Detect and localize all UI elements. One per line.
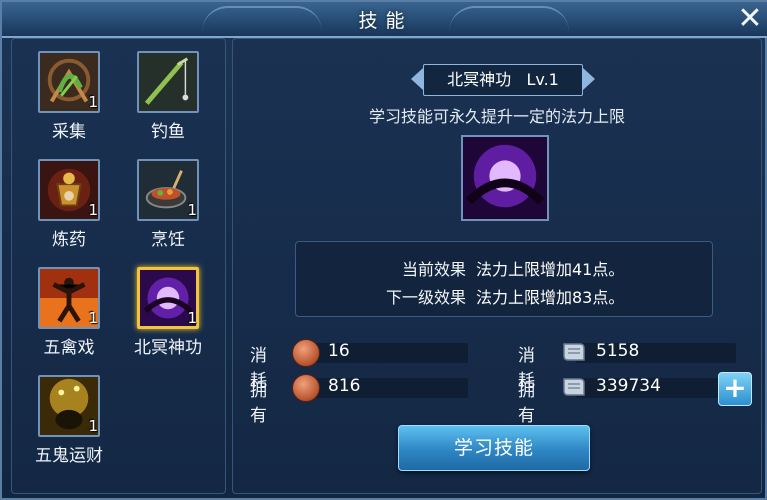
- skill-item-wuguiyuncai[interactable]: 1 五鬼运财: [24, 375, 114, 479]
- skill-level: 1: [88, 201, 98, 219]
- skill-item-beiming[interactable]: 1 北冥神功: [123, 267, 213, 371]
- skill-window: 技能 ✕ 1 采集 钓鱼 1 炼药 1 烹饪 1 五禽戏 1 北冥神功 1 五鬼…: [0, 0, 767, 500]
- purple-orb-icon: [461, 135, 549, 221]
- coin-icon: [292, 339, 320, 367]
- current-effect-value: 法力上限增加41点。: [476, 260, 625, 279]
- skill-level: 1: [187, 201, 197, 219]
- skill-level: 1: [88, 93, 98, 111]
- coin-own-value: 816: [328, 376, 361, 396]
- own-label: 拥有: [250, 381, 267, 426]
- skill-item-wuqinxi[interactable]: 1 五禽戏: [24, 267, 114, 371]
- close-icon[interactable]: ✕: [735, 4, 765, 34]
- window-title: 技能: [358, 10, 413, 32]
- skill-name: 炼药: [52, 230, 86, 250]
- skill-title: 北冥神功: [447, 70, 512, 89]
- own-label: 拥有: [518, 381, 535, 426]
- skill-level: 1: [187, 309, 197, 327]
- add-scroll-button[interactable]: +: [718, 372, 752, 406]
- next-effect-value: 法力上限增加83点。: [476, 288, 625, 307]
- skill-name: 北冥神功: [134, 338, 202, 358]
- scroll-icon: [563, 343, 585, 361]
- current-effect-label: 当前效果: [401, 260, 466, 279]
- coin-consume-value: 16: [328, 341, 350, 361]
- skill-item-cooking[interactable]: 1 烹饪: [123, 159, 213, 263]
- skill-level: 1: [88, 417, 98, 435]
- scroll-consume-value: 5158: [596, 341, 640, 361]
- skill-detail-panel: 北冥神功 Lv.1 学习技能可永久提升一定的法力上限 当前效果 法力上限增加41…: [232, 38, 762, 494]
- coin-icon: [292, 374, 320, 402]
- next-effect-label: 下一级效果: [385, 288, 466, 307]
- scroll-icon: [563, 378, 585, 396]
- fishing-rod-icon: [137, 51, 199, 113]
- skill-item-gathering[interactable]: 1 采集: [24, 51, 114, 155]
- skill-list: 1 采集 钓鱼 1 炼药 1 烹饪 1 五禽戏 1 北冥神功 1 五鬼运财: [11, 38, 226, 494]
- plate-arrow-right-icon: [583, 68, 595, 90]
- effect-box: 当前效果 法力上限增加41点。 下一级效果 法力上限增加83点。: [295, 241, 713, 317]
- skill-item-fishing[interactable]: 钓鱼: [123, 51, 213, 155]
- skill-description: 学习技能可永久提升一定的法力上限: [368, 107, 625, 126]
- skill-title-plate: 北冥神功 Lv.1: [423, 64, 583, 96]
- skill-level-label: Lv.1: [526, 70, 559, 89]
- skill-level: 1: [88, 309, 98, 327]
- scroll-own-value: 339734: [596, 376, 661, 396]
- plate-arrow-left-icon: [411, 68, 423, 90]
- learn-skill-button[interactable]: 学习技能: [398, 425, 590, 471]
- skill-name: 五禽戏: [43, 338, 95, 358]
- skill-name: 五鬼运财: [35, 446, 103, 466]
- skill-item-alchemy[interactable]: 1 炼药: [24, 159, 114, 263]
- skill-name: 烹饪: [151, 230, 185, 250]
- skill-name: 采集: [52, 122, 86, 142]
- skill-name: 钓鱼: [151, 122, 185, 142]
- title-bar: 技能 ✕: [2, 2, 767, 38]
